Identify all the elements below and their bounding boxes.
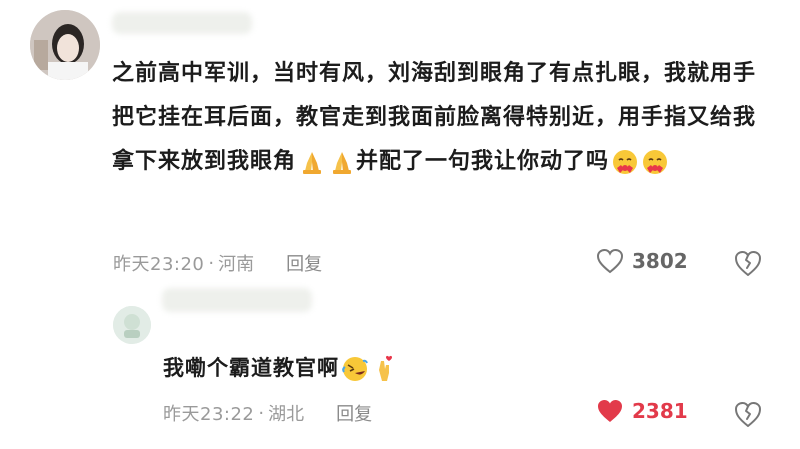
crossed-fingers-heart-icon xyxy=(379,355,392,381)
broken-heart-icon[interactable] xyxy=(733,248,763,278)
reply-location: 湖北 xyxy=(268,404,305,425)
heart-outline-icon xyxy=(596,248,624,274)
username-blurred[interactable] xyxy=(112,12,252,34)
like-button[interactable]: 3802 xyxy=(596,248,688,274)
folded-hands-icon xyxy=(333,152,352,174)
broken-heart-icon[interactable] xyxy=(733,399,763,429)
like-count: 3802 xyxy=(632,249,688,273)
comment-body-tail: 并配了一句我让你动了吗 xyxy=(356,149,610,174)
heart-filled-icon xyxy=(598,400,622,422)
avatar[interactable] xyxy=(30,10,100,80)
avatar-photo xyxy=(30,10,100,80)
smiling-face-with-hearts-icon xyxy=(613,150,638,174)
separator: · xyxy=(208,252,215,274)
like-button[interactable]: 2381 xyxy=(596,398,688,424)
folded-hands-icon xyxy=(303,152,322,174)
reply-button[interactable]: 回复 xyxy=(336,400,372,426)
comment-meta: 昨天23:20 · 河南 回复 xyxy=(113,250,322,276)
reply-username-blurred[interactable] xyxy=(162,288,312,312)
reply-avatar-image xyxy=(113,306,151,344)
like-count: 2381 xyxy=(632,399,688,423)
reply-body: 我嘞个霸道教官啊 xyxy=(163,356,339,380)
reply-text: 我嘞个霸道教官啊 xyxy=(163,348,763,388)
rolling-laughing-icon xyxy=(342,357,368,381)
reply-time: 昨天23:22 xyxy=(163,404,255,425)
reply-avatar[interactable] xyxy=(113,306,151,344)
comment-location: 河南 xyxy=(218,254,255,275)
reply-meta: 昨天23:22 · 湖北 回复 xyxy=(163,400,372,426)
reply-button[interactable]: 回复 xyxy=(286,250,322,276)
separator: · xyxy=(258,402,265,424)
smiling-face-with-hearts-icon xyxy=(643,150,668,174)
comment-time: 昨天23:20 xyxy=(113,254,205,275)
comment-text: 之前高中军训，当时有风，刘海刮到眼角了有点扎眼，我就用手把它挂在耳后面，教官走到… xyxy=(112,52,772,184)
